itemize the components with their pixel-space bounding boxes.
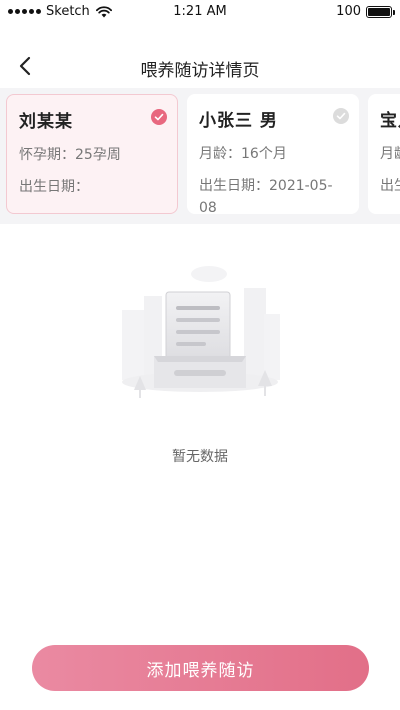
member-cards-strip[interactable]: 刘某某 怀孕期：25孕周 出生日期： 小张三 男 月龄：16个月 出生日期：20… xyxy=(0,88,400,224)
member-info-line2: 出生日期：2021-05-08 xyxy=(199,178,333,216)
page-title: 喂养随访详情页 xyxy=(140,61,260,81)
unchecked-icon xyxy=(333,108,349,124)
nav-bar: 喂养随访详情页 xyxy=(0,44,400,88)
member-card-3[interactable]: 宝儿 月龄 出生 xyxy=(368,94,400,214)
battery-fill xyxy=(368,7,390,16)
member-info-line1: 怀孕期：25孕周 xyxy=(19,147,121,163)
empty-state: 暂无数据 xyxy=(0,240,400,465)
member-info-line2: 出生日期： xyxy=(19,179,89,195)
empty-document-icon xyxy=(122,266,280,398)
member-card-1[interactable]: 刘某某 怀孕期：25孕周 出生日期： xyxy=(6,94,178,214)
member-info: 月龄 出生 xyxy=(380,143,400,197)
member-info-line1: 月龄：16个月 xyxy=(199,146,287,162)
status-right: 100 xyxy=(336,4,395,19)
member-name: 宝儿 xyxy=(380,111,400,131)
empty-state-text: 暂无数据 xyxy=(172,449,228,465)
page: Sketch 1:21 AM 100 喂养随访详情页 刘某某 怀孕期：25孕周 … xyxy=(0,0,400,710)
add-feeding-followup-button[interactable]: 添加喂养随访 xyxy=(32,645,369,691)
member-info-line1: 月龄 xyxy=(380,146,400,162)
battery-icon xyxy=(366,5,395,18)
member-info: 怀孕期：25孕周 出生日期： xyxy=(19,144,165,198)
checked-icon xyxy=(151,109,167,125)
member-info-line2: 出生 xyxy=(380,178,400,194)
member-card-2[interactable]: 小张三 男 月龄：16个月 出生日期：2021-05-08 xyxy=(187,94,359,216)
battery-percent: 100 xyxy=(336,4,361,19)
member-info: 月龄：16个月 出生日期：2021-05-08 xyxy=(199,143,347,219)
status-bar: Sketch 1:21 AM 100 xyxy=(0,0,400,24)
member-name: 刘某某 xyxy=(19,112,73,132)
member-name: 小张三 男 xyxy=(199,111,278,131)
